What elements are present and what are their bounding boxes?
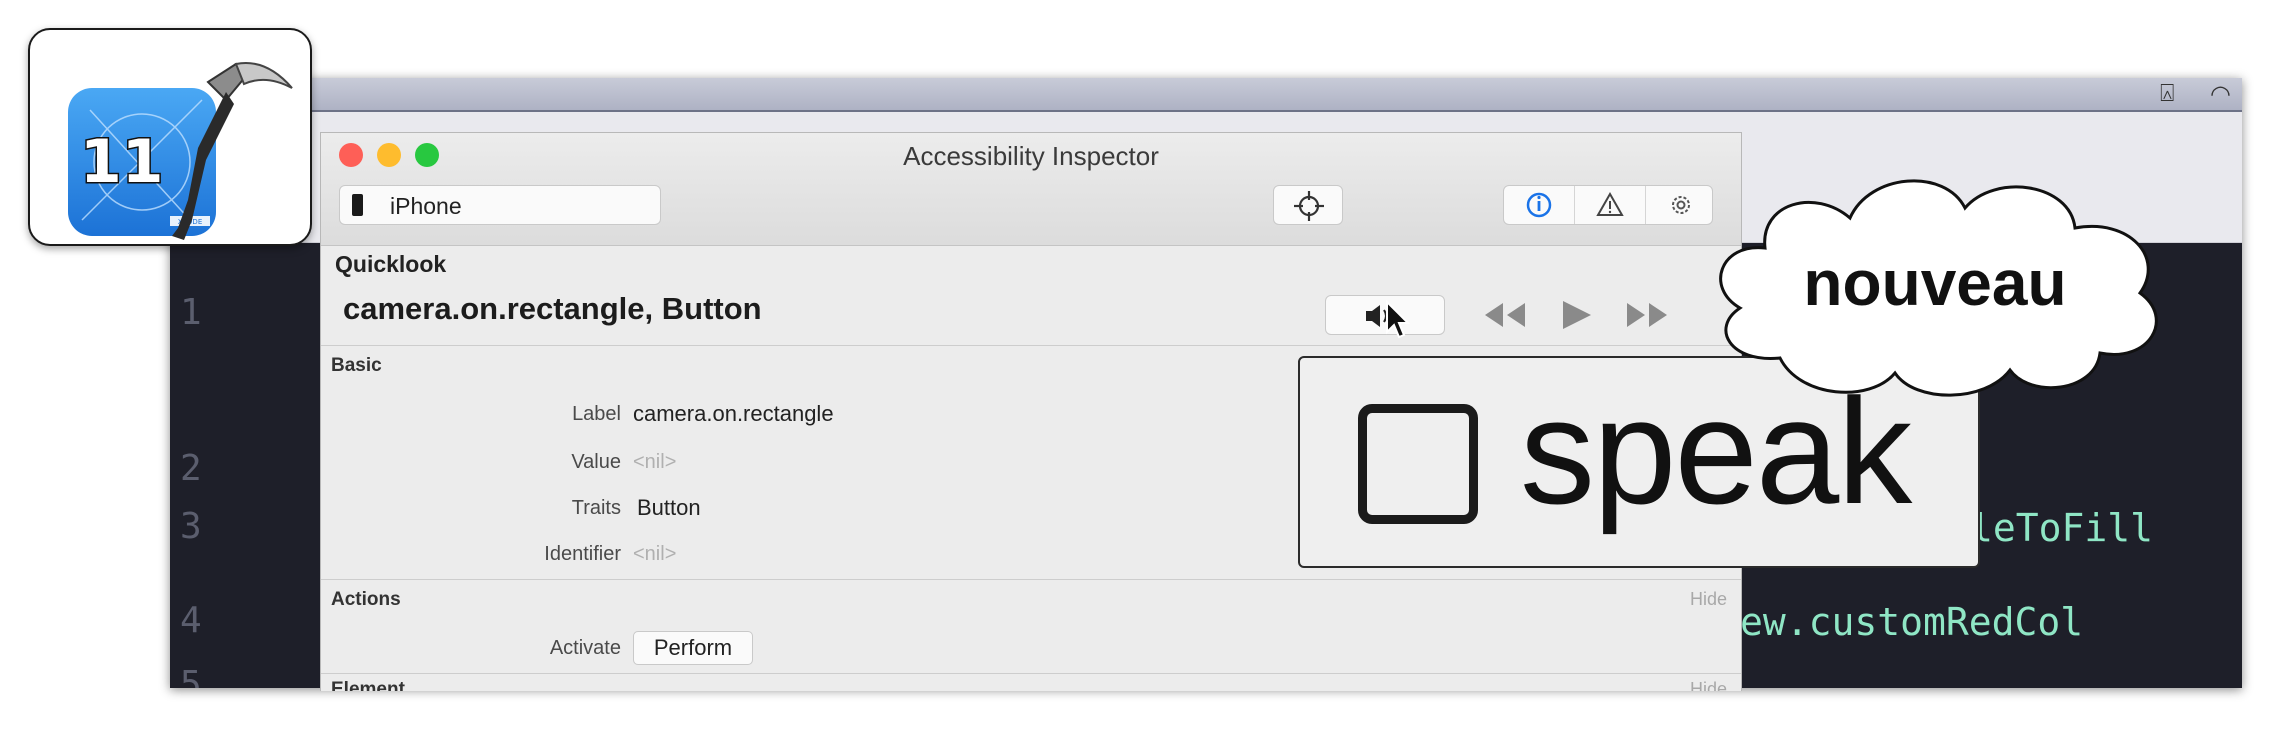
property-label: Value bbox=[571, 451, 621, 473]
device-selector[interactable]: iPhone bbox=[339, 185, 661, 225]
nouveau-label: nouveau bbox=[1803, 247, 2067, 319]
window-title: Accessibility Inspector bbox=[903, 141, 1159, 171]
property-label: Identifier bbox=[544, 543, 621, 565]
line-number: 4 bbox=[180, 600, 202, 641]
inspector-mode-segmented-control[interactable] bbox=[1503, 185, 1713, 225]
line-number: 2 bbox=[180, 448, 202, 489]
hide-element-link[interactable]: Hide bbox=[1690, 679, 1727, 691]
property-label: Label bbox=[572, 403, 621, 425]
info-icon bbox=[1526, 192, 1552, 218]
target-icon bbox=[1294, 191, 1324, 221]
line-number: 1 bbox=[180, 292, 202, 333]
property-label: Traits bbox=[571, 497, 621, 519]
xcode-hammer-icon: XCODE 11 bbox=[68, 62, 293, 240]
line-number: 3 bbox=[180, 506, 202, 547]
property-value-label: camera.on.rectangle bbox=[633, 401, 834, 426]
divider bbox=[321, 345, 1741, 346]
mouse-pointer-icon bbox=[1386, 300, 1410, 339]
line-number: 5 bbox=[180, 664, 202, 688]
xcode-version-badge: 11 bbox=[80, 127, 164, 197]
wifi-icon[interactable]: ◠ bbox=[2210, 80, 2231, 109]
action-label: Activate bbox=[549, 637, 621, 659]
play-icon[interactable] bbox=[1551, 293, 1601, 337]
device-name: iPhone bbox=[390, 193, 462, 219]
perform-button[interactable]: Perform bbox=[633, 631, 753, 665]
speak-checkbox[interactable] bbox=[1358, 404, 1478, 524]
previous-element-icon[interactable] bbox=[1475, 293, 1535, 337]
target-button[interactable] bbox=[1273, 185, 1343, 225]
warning-icon bbox=[1596, 191, 1624, 216]
code-line: ew.customRedCol bbox=[1740, 600, 2084, 644]
xcode-11-logo: XCODE 11 bbox=[28, 28, 312, 246]
title-bar: Accessibility Inspector iPhone bbox=[321, 133, 1741, 246]
iphone-icon bbox=[352, 194, 363, 216]
property-value-value: <nil> bbox=[633, 451, 677, 473]
property-value-traits: Button bbox=[637, 495, 701, 520]
divider bbox=[321, 579, 1741, 580]
section-header-quicklook: Quicklook bbox=[335, 251, 447, 277]
next-element-icon[interactable] bbox=[1617, 293, 1677, 337]
section-header-basic: Basic bbox=[331, 355, 382, 376]
menu-bar: ⍓ ◠ bbox=[170, 78, 2242, 112]
property-value-identifier: <nil> bbox=[633, 543, 677, 565]
inspected-element-name: camera.on.rectangle, Button bbox=[343, 291, 762, 326]
tab-inspection[interactable] bbox=[1504, 186, 1574, 224]
airplay-icon[interactable]: ⍓ bbox=[2160, 80, 2174, 108]
section-header-actions: Actions bbox=[331, 589, 401, 610]
section-header-element: Element bbox=[331, 679, 405, 691]
code-line: leToFill bbox=[1970, 506, 2154, 550]
tab-audit[interactable] bbox=[1574, 186, 1645, 224]
divider bbox=[321, 673, 1741, 674]
hide-actions-link[interactable]: Hide bbox=[1690, 589, 1727, 610]
